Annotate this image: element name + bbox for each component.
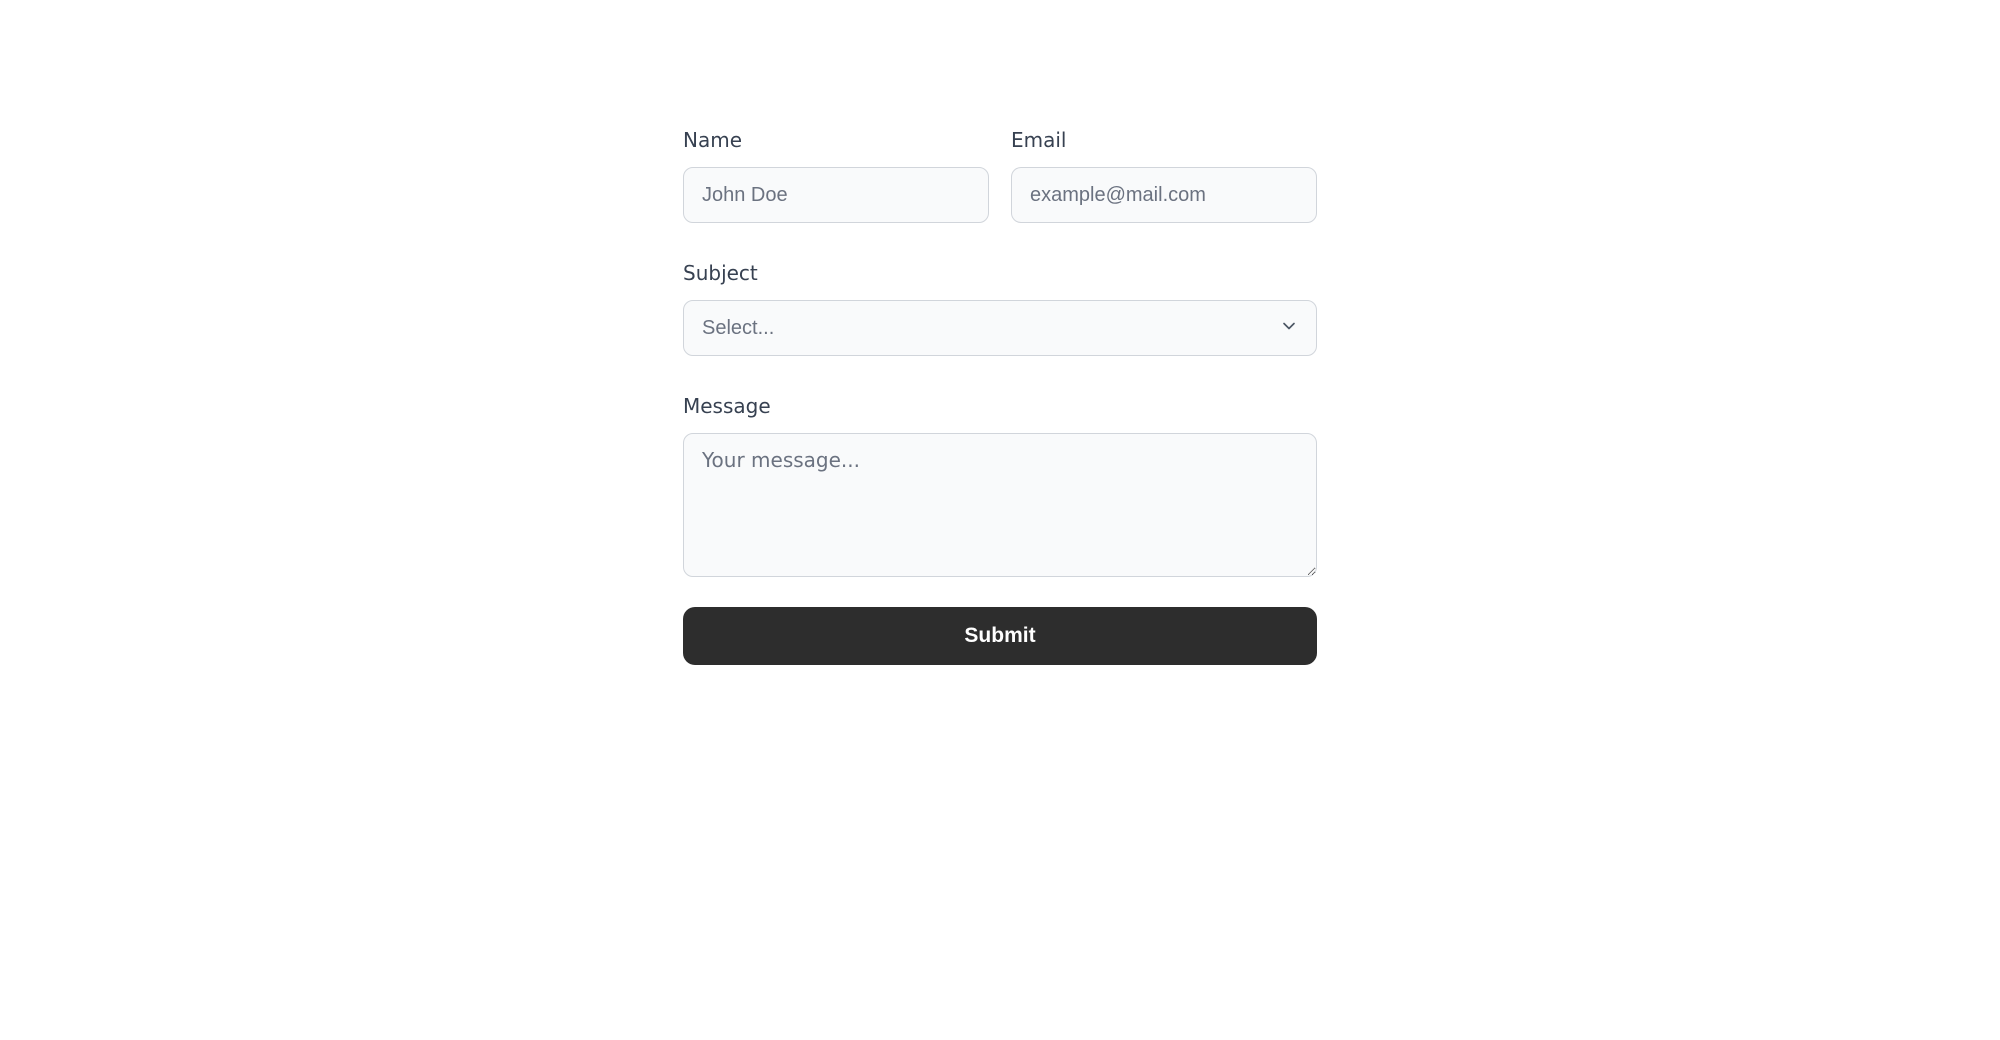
email-label: Email xyxy=(1011,128,1317,152)
form-row: Name Email xyxy=(683,128,1317,223)
submit-button[interactable]: Submit xyxy=(683,607,1317,665)
message-label: Message xyxy=(683,394,1317,418)
subject-field-group: Subject Select... xyxy=(683,261,1317,356)
name-field-group: Name xyxy=(683,128,989,223)
name-label: Name xyxy=(683,128,989,152)
email-field-group: Email xyxy=(1011,128,1317,223)
message-field-group: Message xyxy=(683,394,1317,577)
message-textarea[interactable] xyxy=(683,433,1317,577)
subject-label: Subject xyxy=(683,261,1317,285)
name-input[interactable] xyxy=(683,167,989,223)
subject-select[interactable]: Select... xyxy=(683,300,1317,356)
subject-select-wrapper: Select... xyxy=(683,300,1317,356)
email-input[interactable] xyxy=(1011,167,1317,223)
contact-form: Name Email Subject Select... Message Sub… xyxy=(683,128,1317,665)
